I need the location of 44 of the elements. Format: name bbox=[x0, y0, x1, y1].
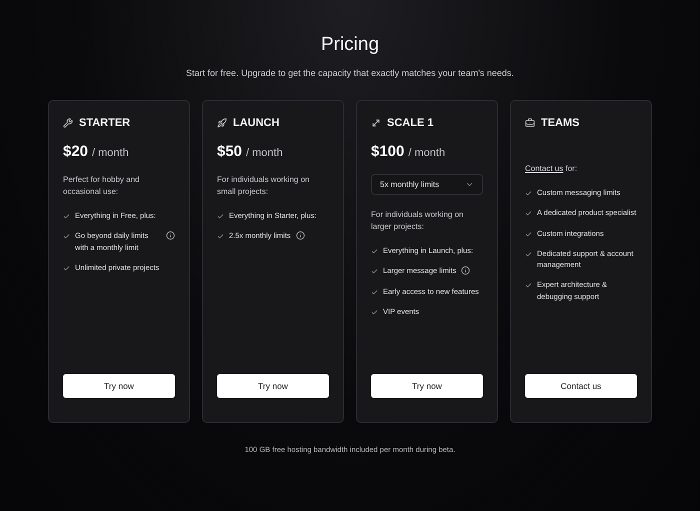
info-icon[interactable] bbox=[296, 231, 305, 240]
check-icon bbox=[371, 268, 378, 276]
check-icon bbox=[371, 308, 378, 316]
plan-description: For individuals working on larger projects: bbox=[371, 209, 464, 233]
check-icon bbox=[217, 233, 224, 240]
limits-dropdown[interactable]: 5x monthly limits bbox=[371, 174, 483, 195]
rocket-icon bbox=[217, 118, 227, 128]
plan-button[interactable]: Contact us bbox=[525, 374, 637, 398]
diagonal-arrow-icon bbox=[371, 118, 381, 128]
wrench-icon bbox=[63, 118, 73, 128]
check-icon bbox=[63, 233, 70, 240]
check-icon bbox=[525, 250, 532, 258]
check-icon bbox=[371, 288, 378, 296]
chevron-down-icon bbox=[465, 180, 474, 189]
check-icon bbox=[525, 282, 532, 290]
info-icon[interactable] bbox=[166, 231, 175, 240]
plan-button[interactable]: Try now bbox=[63, 374, 175, 398]
plan-price: $50 bbox=[217, 143, 242, 160]
price-period: / month bbox=[92, 147, 129, 159]
plan-price: $20 bbox=[63, 143, 88, 160]
contact-link[interactable]: Contact us bbox=[525, 164, 564, 173]
check-icon bbox=[525, 210, 532, 218]
plan-description: Perfect for hobby and occasional use: bbox=[63, 174, 140, 198]
check-icon bbox=[63, 213, 70, 220]
page-title: Pricing bbox=[320, 34, 380, 56]
info-icon[interactable] bbox=[461, 266, 470, 276]
plan-button[interactable]: Try now bbox=[217, 374, 329, 398]
plan-description: Contact us for: bbox=[525, 163, 578, 175]
price-period: / month bbox=[246, 147, 283, 159]
check-icon bbox=[371, 248, 378, 255]
plan-name: SCALE 1 bbox=[387, 117, 434, 129]
plan-button[interactable]: Try now bbox=[371, 374, 483, 398]
briefcase-icon bbox=[525, 118, 535, 128]
plan-name: LAUNCH bbox=[233, 117, 280, 129]
check-icon bbox=[217, 213, 224, 220]
check-icon bbox=[525, 230, 532, 238]
plan-description: For individuals working on small projects: bbox=[217, 174, 310, 198]
plan-name: TEAMS bbox=[541, 117, 580, 129]
check-icon bbox=[525, 190, 532, 197]
check-icon bbox=[63, 264, 70, 272]
subtitle: Start for free. Upgrade to get the capacity that exactly matches your team's needs. bbox=[186, 68, 514, 78]
price-period: / month bbox=[408, 147, 446, 159]
plan-name: STARTER bbox=[79, 117, 130, 129]
plan-price: $100 bbox=[371, 143, 404, 160]
